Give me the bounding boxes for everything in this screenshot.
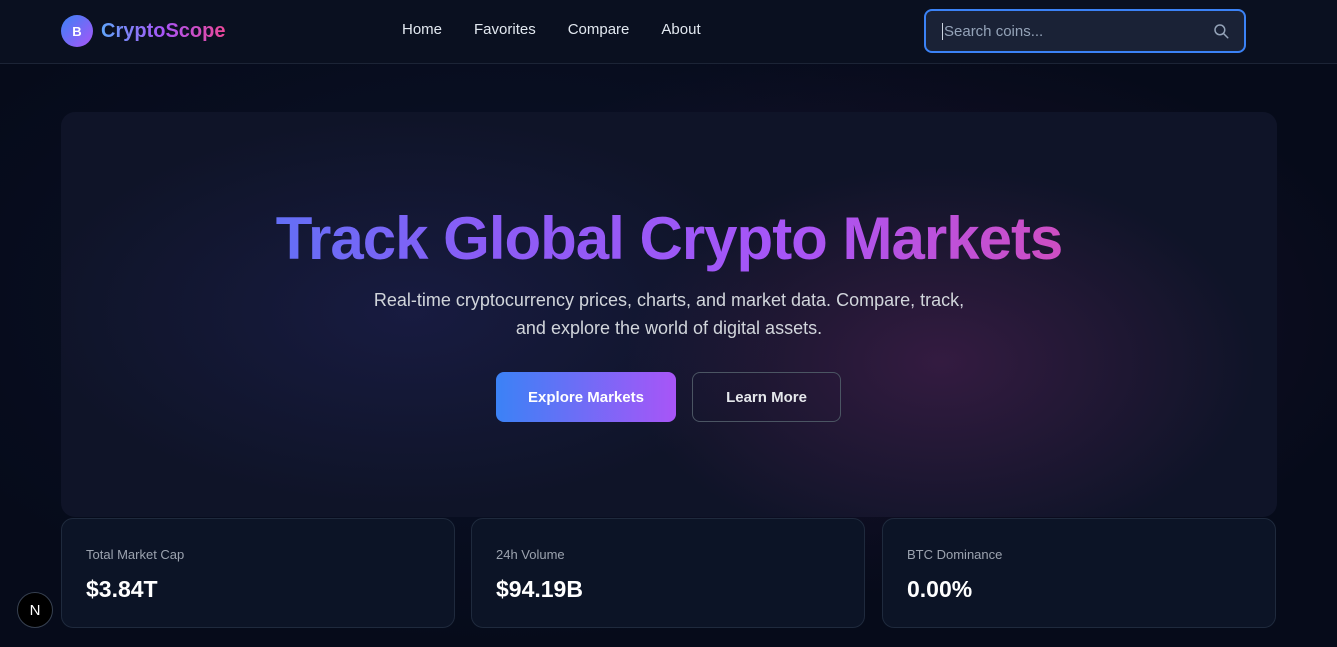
brand-name: CryptoScope bbox=[101, 19, 226, 42]
learn-more-button[interactable]: Learn More bbox=[692, 372, 841, 422]
main-nav: Home Favorites Compare About bbox=[402, 21, 701, 38]
stat-label: Total Market Cap bbox=[86, 547, 185, 562]
hero-subtitle-line2: and explore the world of digital assets. bbox=[515, 318, 823, 338]
search-input[interactable] bbox=[942, 22, 1212, 40]
hero-subtitle: Real-time cryptocurrency prices, charts,… bbox=[319, 286, 1019, 342]
hero-title: Track Global Crypto Markets bbox=[61, 204, 1277, 273]
stat-card-market-cap: Total Market Cap $3.84T bbox=[61, 518, 455, 628]
stat-label: 24h Volume bbox=[496, 547, 565, 562]
stat-value: $3.84T bbox=[86, 576, 158, 602]
stat-label: BTC Dominance bbox=[907, 547, 1003, 562]
stat-card-volume: 24h Volume $94.19B bbox=[471, 518, 865, 628]
nav-link-favorites[interactable]: Favorites bbox=[474, 21, 536, 38]
stat-value: $94.19B bbox=[496, 576, 583, 602]
hero-section: Track Global Crypto Markets Real-time cr… bbox=[61, 112, 1277, 517]
nav-link-about[interactable]: About bbox=[661, 21, 700, 38]
nextjs-devtools-badge-icon[interactable]: N bbox=[17, 592, 53, 628]
brand-link[interactable]: B CryptoScope bbox=[61, 15, 225, 47]
explore-markets-button[interactable]: Explore Markets bbox=[496, 372, 676, 422]
stat-card-btc-dominance: BTC Dominance 0.00% bbox=[882, 518, 1276, 628]
search-icon[interactable] bbox=[1212, 22, 1230, 40]
search-box bbox=[924, 9, 1246, 53]
nav-link-compare[interactable]: Compare bbox=[568, 21, 630, 38]
stat-value: 0.00% bbox=[907, 576, 973, 602]
top-navbar: B CryptoScope Home Favorites Compare Abo… bbox=[0, 0, 1337, 64]
nav-link-home[interactable]: Home bbox=[402, 21, 442, 38]
hero-subtitle-line1: Real-time cryptocurrency prices, charts,… bbox=[373, 290, 965, 310]
bitcoin-logo-icon: B bbox=[61, 15, 93, 47]
